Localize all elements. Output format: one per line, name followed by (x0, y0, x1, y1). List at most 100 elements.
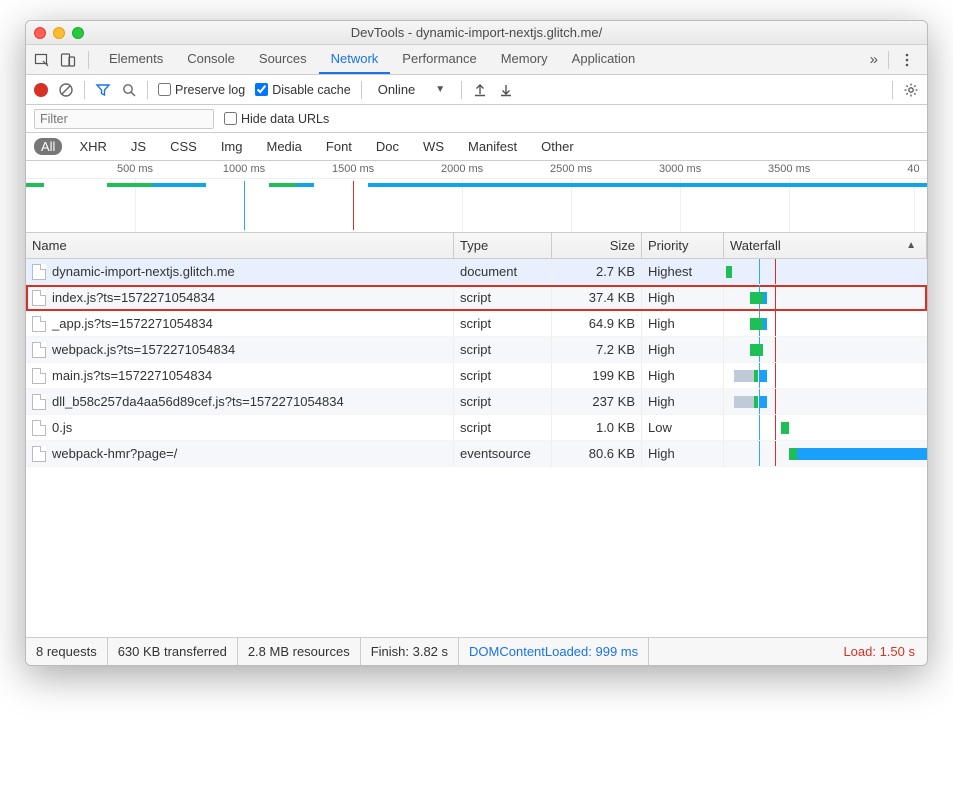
file-name: main.js?ts=1572271054834 (52, 368, 212, 383)
table-row[interactable]: dynamic-import-nextjs.glitch.medocument2… (26, 259, 927, 285)
cell-name: _app.js?ts=1572271054834 (26, 311, 454, 336)
cell-priority: High (642, 441, 724, 466)
cell-waterfall (724, 389, 927, 414)
table-row[interactable]: webpack-hmr?page=/eventsource80.6 KBHigh (26, 441, 927, 467)
preserve-log-label: Preserve log (175, 83, 245, 97)
type-all[interactable]: All (34, 138, 62, 155)
timeline-overview[interactable]: 500 ms 1000 ms 1500 ms 2000 ms 2500 ms 3… (26, 161, 927, 233)
file-name: index.js?ts=1572271054834 (52, 290, 215, 305)
type-css[interactable]: CSS (163, 138, 204, 155)
cell-waterfall (724, 259, 927, 284)
tab-network[interactable]: Network (319, 45, 391, 74)
file-icon (32, 446, 46, 462)
request-table: dynamic-import-nextjs.glitch.medocument2… (26, 259, 927, 637)
status-resources: 2.8 MB resources (238, 638, 361, 665)
disable-cache-checkbox[interactable]: Disable cache (255, 83, 351, 97)
window-controls (34, 27, 84, 39)
cell-priority: High (642, 337, 724, 362)
cell-size: 199 KB (552, 363, 642, 388)
filter-input[interactable] (34, 109, 214, 129)
throttling-select[interactable]: Online ▼ (372, 82, 451, 97)
inspect-element-icon[interactable] (34, 52, 50, 68)
tab-memory[interactable]: Memory (489, 45, 560, 74)
type-ws[interactable]: WS (416, 138, 451, 155)
table-row[interactable]: webpack.js?ts=1572271054834script7.2 KBH… (26, 337, 927, 363)
type-xhr[interactable]: XHR (72, 138, 113, 155)
file-icon (32, 290, 46, 306)
filter-icon[interactable] (95, 82, 111, 98)
tab-sources[interactable]: Sources (247, 45, 319, 74)
hide-data-urls-checkbox[interactable]: Hide data URLs (224, 112, 329, 126)
type-doc[interactable]: Doc (369, 138, 406, 155)
separator (88, 51, 89, 69)
separator (147, 81, 148, 99)
type-filter-bar: All XHR JS CSS Img Media Font Doc WS Man… (26, 133, 927, 161)
cell-priority: Highest (642, 259, 724, 284)
file-name: webpack-hmr?page=/ (52, 446, 177, 461)
minimize-window-button[interactable] (53, 27, 65, 39)
cell-name: index.js?ts=1572271054834 (26, 285, 454, 310)
search-icon[interactable] (121, 82, 137, 98)
device-toolbar-icon[interactable] (60, 52, 76, 68)
cell-waterfall (724, 337, 927, 362)
hide-data-urls-input[interactable] (224, 112, 237, 125)
type-js[interactable]: JS (124, 138, 153, 155)
tab-console[interactable]: Console (175, 45, 247, 74)
settings-gear-icon[interactable] (903, 82, 919, 98)
separator (888, 51, 889, 69)
type-font[interactable]: Font (319, 138, 359, 155)
separator (892, 81, 893, 99)
cell-size: 37.4 KB (552, 285, 642, 310)
cell-priority: High (642, 311, 724, 336)
export-har-icon[interactable] (498, 82, 514, 98)
type-img[interactable]: Img (214, 138, 250, 155)
panel-tabs: Elements Console Sources Network Perform… (26, 45, 927, 75)
kebab-menu-icon[interactable] (899, 52, 915, 68)
file-name: _app.js?ts=1572271054834 (52, 316, 213, 331)
table-row[interactable]: index.js?ts=1572271054834script37.4 KBHi… (26, 285, 927, 311)
table-row[interactable]: dll_b58c257da4aa56d89cef.js?ts=157227105… (26, 389, 927, 415)
record-button[interactable] (34, 83, 48, 97)
clear-icon[interactable] (58, 82, 74, 98)
zoom-window-button[interactable] (72, 27, 84, 39)
tick: 3500 ms (768, 163, 810, 175)
tab-elements[interactable]: Elements (97, 45, 175, 74)
filter-bar: Hide data URLs (26, 105, 927, 133)
type-media[interactable]: Media (259, 138, 308, 155)
sort-caret-icon: ▲ (906, 240, 916, 251)
cell-type: script (454, 389, 552, 414)
table-row[interactable]: 0.jsscript1.0 KBLow (26, 415, 927, 441)
devtools-window: DevTools - dynamic-import-nextjs.glitch.… (25, 20, 928, 666)
col-type[interactable]: Type (454, 233, 552, 258)
close-window-button[interactable] (34, 27, 46, 39)
cell-priority: High (642, 363, 724, 388)
cell-size: 237 KB (552, 389, 642, 414)
separator (84, 81, 85, 99)
disable-cache-input[interactable] (255, 83, 268, 96)
tab-performance[interactable]: Performance (390, 45, 488, 74)
cell-waterfall (724, 285, 927, 310)
cell-type: script (454, 363, 552, 388)
preserve-log-checkbox[interactable]: Preserve log (158, 83, 245, 97)
status-transferred: 630 KB transferred (108, 638, 238, 665)
file-icon (32, 420, 46, 436)
cell-size: 1.0 KB (552, 415, 642, 440)
col-priority[interactable]: Priority (642, 233, 724, 258)
status-bar: 8 requests 630 KB transferred 2.8 MB res… (26, 637, 927, 665)
table-row[interactable]: _app.js?ts=1572271054834script64.9 KBHig… (26, 311, 927, 337)
chevron-down-icon: ▼ (435, 84, 445, 95)
cell-name: dynamic-import-nextjs.glitch.me (26, 259, 454, 284)
table-row[interactable]: main.js?ts=1572271054834 script199 KBHigh (26, 363, 927, 389)
tabs-overflow-button[interactable]: » (870, 51, 878, 68)
col-size[interactable]: Size (552, 233, 642, 258)
type-other[interactable]: Other (534, 138, 581, 155)
status-dcl: DOMContentLoaded: 999 ms (459, 638, 649, 665)
tab-application[interactable]: Application (560, 45, 648, 74)
col-waterfall[interactable]: Waterfall ▲ (724, 233, 927, 258)
file-name: dynamic-import-nextjs.glitch.me (52, 264, 235, 279)
import-har-icon[interactable] (472, 82, 488, 98)
col-name[interactable]: Name (26, 233, 454, 258)
type-manifest[interactable]: Manifest (461, 138, 524, 155)
separator (361, 81, 362, 99)
preserve-log-input[interactable] (158, 83, 171, 96)
